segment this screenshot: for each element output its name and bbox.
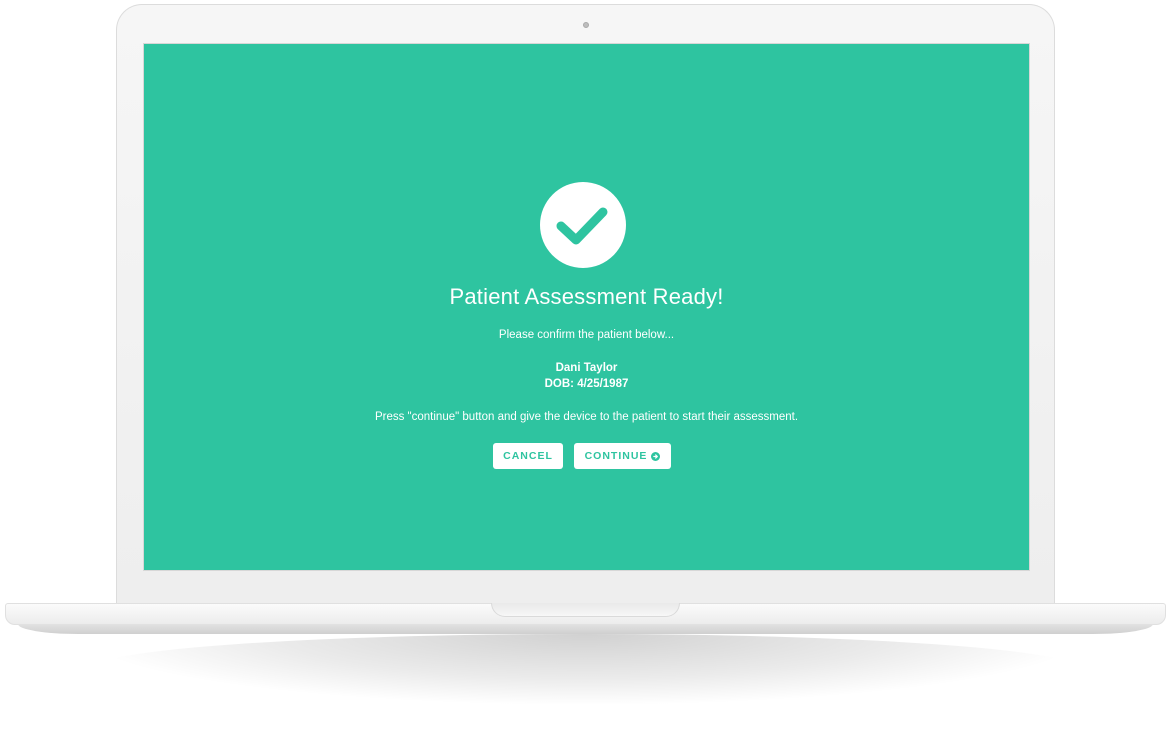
webcam-icon: [583, 22, 589, 28]
instruction-text: Press "continue" button and give the dev…: [374, 411, 799, 423]
check-circle-icon: [540, 182, 626, 268]
laptop-mockup: Patient Assessment Ready! Please confirm…: [0, 0, 1171, 749]
patient-name: Dani Taylor: [555, 362, 618, 374]
cancel-button-label: CANCEL: [503, 450, 553, 462]
patient-dob: DOB: 4/25/1987: [544, 378, 629, 390]
continue-button[interactable]: CONTINUE: [574, 443, 671, 469]
confirm-prompt: Please confirm the patient below...: [498, 329, 675, 341]
arrow-circle-right-icon: [651, 451, 661, 461]
continue-button-label: CONTINUE: [584, 450, 648, 462]
laptop-base-lip: [18, 624, 1153, 634]
laptop-opening-notch: [491, 603, 680, 617]
laptop-screen: Patient Assessment Ready! Please confirm…: [143, 43, 1030, 571]
cancel-button[interactable]: CANCEL: [493, 443, 563, 469]
page-title: Patient Assessment Ready!: [449, 284, 724, 309]
laptop-shadow: [90, 634, 1080, 704]
